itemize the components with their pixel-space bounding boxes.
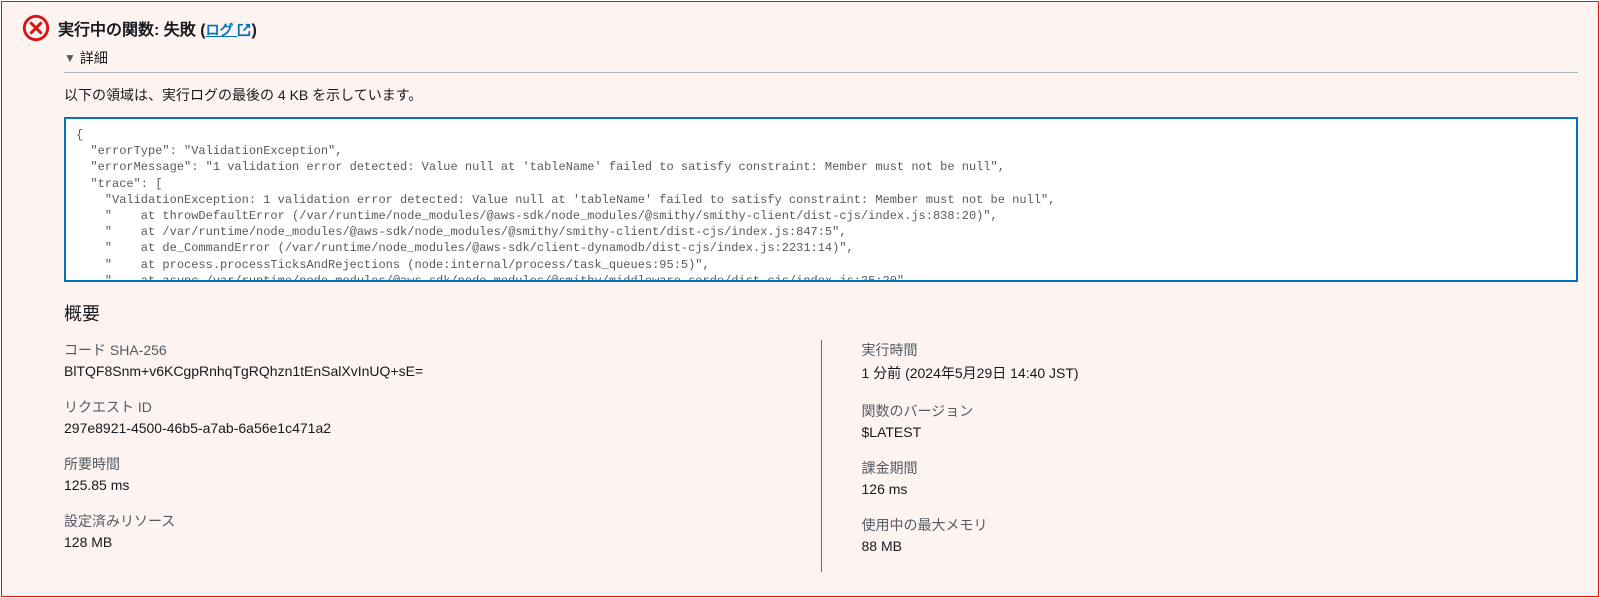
details-content: 以下の領域は、実行ログの最後の 4 KB を示しています。 { "errorTy…	[64, 85, 1578, 572]
kv-label: 使用中の最大メモリ	[862, 515, 1579, 535]
kv-max-memory-used: 使用中の最大メモリ 88 MB	[862, 515, 1579, 554]
kv-request-id: リクエスト ID 297e8921-4500-46b5-a7ab-6a56e1c…	[64, 397, 781, 436]
kv-exec-time: 実行時間 1 分前 (2024年5月29日 14:40 JST)	[862, 340, 1579, 383]
kv-value: BlTQF8Snm+v6KCgpRnhqTgRQhzn1tEnSalXvInUQ…	[64, 363, 781, 379]
title-prefix: 実行中の関数: 失敗 (	[58, 22, 206, 39]
kv-label: 実行時間	[862, 340, 1579, 360]
kv-label: 設定済みリソース	[64, 511, 781, 531]
kv-value: 126 ms	[862, 481, 1579, 497]
kv-function-version: 関数のバージョン $LATEST	[862, 401, 1579, 440]
logs-link-text: ログ	[206, 22, 238, 38]
kv-billed-duration: 課金期間 126 ms	[862, 458, 1579, 497]
kv-value: 125.85 ms	[64, 477, 781, 493]
error-header: 実行中の関数: 失敗 (ログ )	[22, 14, 1578, 42]
error-panel: 実行中の関数: 失敗 (ログ ) ▼ 詳細 以下の領域は、実行ログの最後の 4 …	[1, 1, 1599, 597]
error-icon	[22, 14, 50, 42]
details-toggle[interactable]: ▼ 詳細	[64, 48, 1578, 68]
kv-value: 128 MB	[64, 534, 781, 550]
title-suffix: )	[251, 22, 256, 39]
summary-heading: 概要	[64, 300, 1578, 326]
summary-col-right: 実行時間 1 分前 (2024年5月29日 14:40 JST) 関数のバージョ…	[822, 340, 1579, 572]
summary-grid: コード SHA-256 BlTQF8Snm+v6KCgpRnhqTgRQhzn1…	[64, 340, 1578, 572]
kv-label: リクエスト ID	[64, 397, 781, 417]
log-intro-text: 以下の領域は、実行ログの最後の 4 KB を示しています。	[64, 85, 1578, 105]
kv-label: 課金期間	[862, 458, 1579, 478]
kv-label: コード SHA-256	[64, 340, 781, 360]
error-title: 実行中の関数: 失敗 (ログ )	[58, 16, 257, 40]
divider	[64, 72, 1578, 73]
kv-resources-configured: 設定済みリソース 128 MB	[64, 511, 781, 550]
log-output-box[interactable]: { "errorType": "ValidationException", "e…	[64, 117, 1578, 282]
details-label: 詳細	[80, 48, 108, 68]
external-link-icon	[237, 23, 251, 37]
logs-link[interactable]: ログ	[206, 22, 252, 38]
kv-value: $LATEST	[862, 424, 1579, 440]
kv-code-sha256: コード SHA-256 BlTQF8Snm+v6KCgpRnhqTgRQhzn1…	[64, 340, 781, 379]
caret-down-icon: ▼	[64, 51, 76, 65]
summary-col-left: コード SHA-256 BlTQF8Snm+v6KCgpRnhqTgRQhzn1…	[64, 340, 822, 572]
kv-value: 88 MB	[862, 538, 1579, 554]
kv-value: 297e8921-4500-46b5-a7ab-6a56e1c471a2	[64, 420, 781, 436]
kv-duration: 所要時間 125.85 ms	[64, 454, 781, 493]
kv-label: 所要時間	[64, 454, 781, 474]
kv-label: 関数のバージョン	[862, 401, 1579, 421]
kv-value: 1 分前 (2024年5月29日 14:40 JST)	[862, 363, 1579, 383]
